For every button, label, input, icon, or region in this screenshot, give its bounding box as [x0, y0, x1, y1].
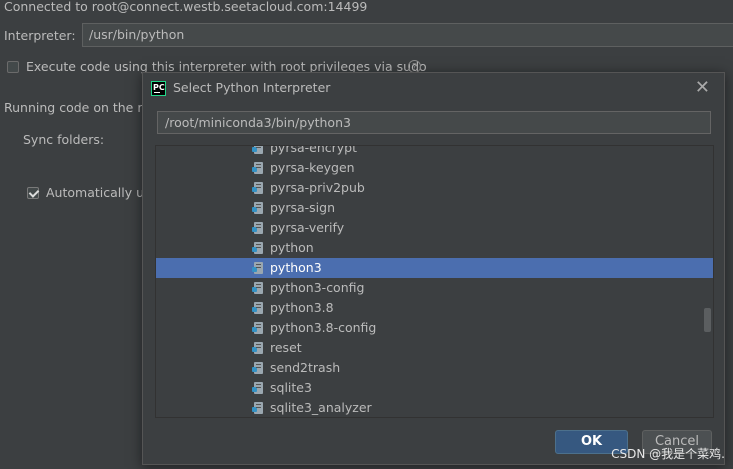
- file-row[interactable]: sqlite3: [156, 378, 713, 398]
- python-file-icon: [252, 302, 263, 314]
- file-row[interactable]: python3.8: [156, 298, 713, 318]
- python-file-icon: [252, 146, 263, 154]
- python-file-icon: [252, 242, 263, 254]
- file-name: python3.8-config: [270, 320, 377, 335]
- close-icon[interactable]: ✕: [695, 78, 710, 98]
- file-row[interactable]: pyrsa-encrypt: [156, 145, 713, 158]
- python-file-icon: [252, 222, 263, 234]
- file-name: send2trash: [270, 360, 341, 375]
- auto-upload-label: Automatically up: [46, 185, 152, 200]
- file-row[interactable]: reset: [156, 338, 713, 358]
- file-row[interactable]: pyrsa-verify: [156, 218, 713, 238]
- python-file-icon: [252, 342, 263, 354]
- python-file-icon: [252, 182, 263, 194]
- file-row[interactable]: python3-config: [156, 278, 713, 298]
- file-name: pyrsa-encrypt: [270, 145, 358, 155]
- python-file-icon: [252, 362, 263, 374]
- file-name: reset: [270, 340, 302, 355]
- pycharm-icon: PC: [151, 81, 166, 96]
- sync-folders-label: Sync folders:: [23, 132, 105, 147]
- file-tree[interactable]: sqlite3_analyzer sqlite3 send2trash reset py…: [155, 145, 714, 418]
- connection-status: Connected to root@connect.westb.seetaclo…: [4, 0, 368, 14]
- file-name: python: [270, 240, 314, 255]
- file-name: python3-config: [270, 280, 365, 295]
- file-name: sqlite3_analyzer: [270, 400, 372, 415]
- file-name: python3: [270, 260, 322, 275]
- file-row[interactable]: pyrsa-priv2pub: [156, 178, 713, 198]
- python-file-icon: [252, 262, 263, 274]
- file-row[interactable]: sqlite3_analyzer: [156, 398, 713, 417]
- dialog-title: Select Python Interpreter: [173, 80, 331, 95]
- watermark: CSDN @我是个菜鸡.: [611, 447, 725, 461]
- python-file-icon: [252, 162, 263, 174]
- python-file-icon: [252, 282, 263, 294]
- python-file-icon: [252, 202, 263, 214]
- file-name: pyrsa-keygen: [270, 160, 355, 175]
- file-name: pyrsa-sign: [270, 200, 335, 215]
- python-file-icon: [252, 382, 263, 394]
- file-name: pyrsa-verify: [270, 220, 345, 235]
- select-interpreter-dialog: PC Select Python Interpreter ✕ /root/min…: [142, 72, 725, 465]
- file-row[interactable]: python3.8-config: [156, 318, 713, 338]
- scrollbar-thumb[interactable]: [704, 308, 711, 332]
- file-name: pyrsa-priv2pub: [270, 180, 365, 195]
- python-file-icon: [252, 322, 263, 334]
- interpreter-field[interactable]: /usr/bin/python: [82, 23, 733, 47]
- auto-upload-checkbox[interactable]: [27, 187, 39, 199]
- file-row-selected[interactable]: python3: [156, 258, 713, 278]
- file-row[interactable]: pyrsa-sign: [156, 198, 713, 218]
- file-row[interactable]: pyrsa-keygen: [156, 158, 713, 178]
- file-name: sqlite3: [270, 380, 312, 395]
- file-row[interactable]: python: [156, 238, 713, 258]
- running-code-text: Running code on the re: [4, 100, 150, 115]
- interpreter-label: Interpreter:: [4, 28, 76, 43]
- python-file-icon: [252, 402, 263, 414]
- sudo-checkbox[interactable]: [7, 61, 19, 73]
- file-row[interactable]: send2trash: [156, 358, 713, 378]
- file-name: python3.8: [270, 300, 334, 315]
- path-input[interactable]: /root/miniconda3/bin/python3: [157, 111, 711, 134]
